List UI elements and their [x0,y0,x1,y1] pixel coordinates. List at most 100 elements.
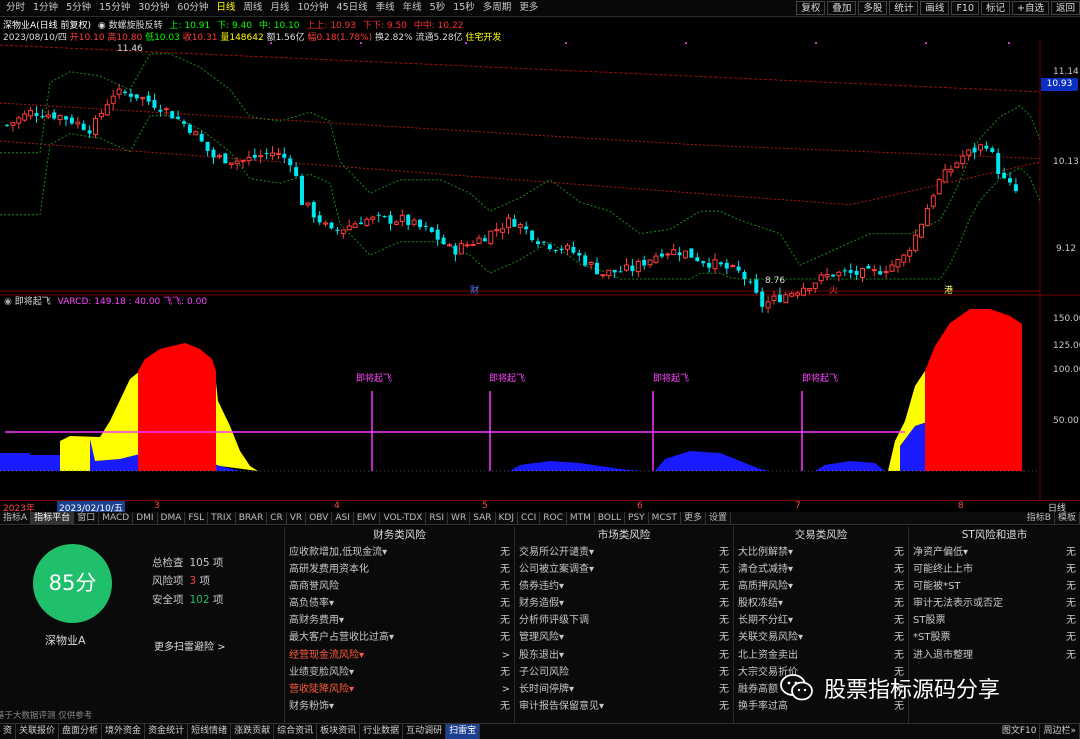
indicator-tab-9[interactable]: CR [267,511,287,525]
indicator-tab-19[interactable]: CCI [518,511,541,525]
indicator-tab-1[interactable]: 指标平台 [31,511,75,525]
period-tab-6[interactable]: 日线 [212,0,239,16]
risk-item[interactable]: 长时间停牌▾ 无 [515,681,733,698]
period-tab-13[interactable]: 5秒 [426,0,450,16]
period-tab-14[interactable]: 15秒 [449,0,479,16]
toolbar-button-1[interactable]: 叠加 [827,1,857,15]
risk-item[interactable]: 管理风险▾ 无 [515,629,733,646]
indicator-tab-11[interactable]: OBV [306,511,333,525]
risk-item[interactable]: 高财务费用▾ 无 [285,612,514,629]
status-tab-8[interactable]: 板块资讯 [317,724,361,739]
period-tab-2[interactable]: 5分钟 [62,0,95,16]
period-tab-16[interactable]: 更多 [515,0,542,16]
indicator-tab-20[interactable]: ROC [540,511,567,525]
status-tab-6[interactable]: 涨跌贡献 [231,724,275,739]
indicator-tab-16[interactable]: WR [448,511,471,525]
indicator-tab-26[interactable]: 设置 [706,511,731,525]
more-scan-link[interactable]: 更多扫雷避险 > [154,638,226,653]
risk-item[interactable]: 交易所公开谴责▾ 无 [515,544,733,561]
status-tab-1[interactable]: 关联报价 [16,724,60,739]
toolbar-button-8[interactable]: 返回 [1050,1,1080,15]
period-tab-12[interactable]: 年线 [399,0,426,16]
status-tab-4[interactable]: 资金统计 [145,724,189,739]
kline-chart[interactable] [0,41,1080,500]
risk-item[interactable]: ST股票 无 [909,612,1080,629]
risk-item[interactable]: 进入退市整理 无 [909,647,1080,664]
risk-item[interactable]: 最大客户占营收比过高▾ 无 [285,629,514,646]
risk-item[interactable]: 长期不分红▾ 无 [734,612,908,629]
risk-item[interactable]: 债券违约▾ 无 [515,578,733,595]
period-tab-8[interactable]: 月线 [266,0,293,16]
period-tab-10[interactable]: 45日线 [333,0,372,16]
risk-item[interactable]: 应收款增加,低现金流▾ 无 [285,544,514,561]
risk-item[interactable]: 营收陡降风险▾ > [285,681,514,698]
indicator-tab-17[interactable]: SAR [470,511,496,525]
indicator-tab-7[interactable]: TRIX [208,511,236,525]
risk-item[interactable]: 股权冻结▾ 无 [734,595,908,612]
period-tab-0[interactable]: 分时 [2,0,29,16]
risk-item[interactable]: 可能被*ST 无 [909,578,1080,595]
indicator-tab-12[interactable]: ASI [332,511,354,525]
risk-item[interactable]: 公司被立案调查▾ 无 [515,561,733,578]
toolbar-button-3[interactable]: 统计 [889,1,919,15]
side-panel-button[interactable]: 周边栏» [1040,724,1080,739]
risk-item[interactable]: 财务造假▾ 无 [515,595,733,612]
indicator-tab-5[interactable]: DMA [158,511,186,525]
indicator-tab-23[interactable]: PSY [625,511,649,525]
period-tab-4[interactable]: 30分钟 [134,0,173,16]
risk-item[interactable]: 分析师评级下调 无 [515,612,733,629]
status-tab-10[interactable]: 互动调研 [403,724,447,739]
indicator-tab-14[interactable]: VOL-TDX [380,511,427,525]
toolbar-button-0[interactable]: 复权 [796,1,826,15]
risk-item[interactable]: 北上资金卖出 无 [734,647,908,664]
risk-item[interactable]: 净资产偏低▾ 无 [909,544,1080,561]
period-tab-15[interactable]: 多周期 [479,0,516,16]
indicator-tab-22[interactable]: BOLL [595,511,626,525]
toolbar-button-5[interactable]: F10 [951,1,979,15]
risk-item[interactable]: 经营现金流风险▾ > [285,647,514,664]
status-tab-3[interactable]: 境外资金 [102,724,146,739]
indicator-tab-right-1[interactable]: 模板 [1055,511,1080,525]
indicator-tab-6[interactable]: FSL [185,511,209,525]
toolbar-button-7[interactable]: +自选 [1012,1,1049,15]
risk-item[interactable]: *ST股票 无 [909,629,1080,646]
risk-item[interactable]: 审计报告保留意见▾ 无 [515,698,733,715]
indicator-tab-21[interactable]: MTM [567,511,595,525]
toolbar-button-4[interactable]: 画线 [920,1,950,15]
period-tab-3[interactable]: 15分钟 [95,0,134,16]
risk-item[interactable]: 高负债率▾ 无 [285,595,514,612]
indicator-tab-8[interactable]: BRAR [236,511,268,525]
status-tab-2[interactable]: 盘面分析 [59,724,103,739]
indicator-tab-3[interactable]: MACD [99,511,134,525]
status-tab-7[interactable]: 综合资讯 [274,724,318,739]
risk-item[interactable]: 可能终止上市 无 [909,561,1080,578]
risk-item[interactable]: 高研发费用资本化 无 [285,561,514,578]
period-tab-7[interactable]: 周线 [239,0,266,16]
status-tab-0[interactable]: 资 [0,724,17,739]
indicator-tab-13[interactable]: EMV [354,511,381,525]
risk-item[interactable]: 高商誉风险 无 [285,578,514,595]
risk-item[interactable]: 清仓式减持▾ 无 [734,561,908,578]
f10-button[interactable]: 图文F10 [999,724,1041,739]
indicator-tab-4[interactable]: DMI [133,511,158,525]
risk-item[interactable]: 关联交易风险▾ 无 [734,629,908,646]
indicator-tab-0[interactable]: 指标A [0,511,32,525]
indicator-tab-right-0[interactable]: 指标B [1024,511,1055,525]
risk-item[interactable]: 财务粉饰▾ 无 [285,698,514,715]
toolbar-button-2[interactable]: 多股 [858,1,888,15]
status-tab-9[interactable]: 行业数据 [360,724,404,739]
indicator-tab-18[interactable]: KDJ [496,511,518,525]
indicator-title[interactable]: 即将起飞 [15,297,51,307]
indicator-settings-icon[interactable]: ◉ [4,297,12,307]
risk-item[interactable]: 审计无法表示或否定 无 [909,595,1080,612]
indicator-tab-24[interactable]: MCST [649,511,681,525]
status-tab-5[interactable]: 短线情绪 [188,724,232,739]
indicator-tab-25[interactable]: 更多 [681,511,706,525]
risk-item[interactable]: 股东退出▾ 无 [515,647,733,664]
indicator-tab-10[interactable]: VR [287,511,307,525]
risk-item[interactable]: 业绩变脸风险▾ 无 [285,664,514,681]
risk-item[interactable]: 高质押风险▾ 无 [734,578,908,595]
toolbar-button-6[interactable]: 标记 [981,1,1011,15]
status-tab-11[interactable]: 扫雷宝 [446,724,481,739]
period-tab-11[interactable]: 季线 [372,0,399,16]
